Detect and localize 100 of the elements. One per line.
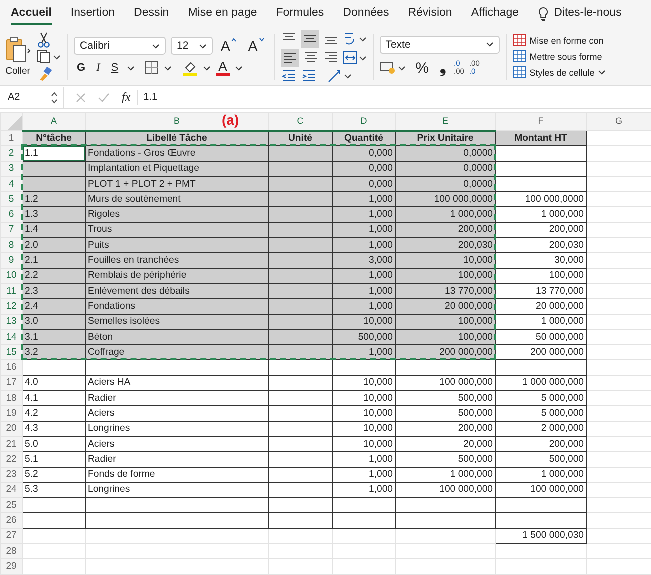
table-cell: 4.3 <box>22 421 86 436</box>
tell-me-field[interactable]: Dites-le-nous <box>554 3 622 25</box>
name-box[interactable]: A2 <box>0 87 64 108</box>
align-right-icon[interactable] <box>322 50 339 66</box>
text-direction-icon[interactable] <box>342 30 367 46</box>
ribbon-tab[interactable]: Données <box>343 3 390 25</box>
table-cell: 100 000,0000 <box>396 192 496 207</box>
row-number[interactable]: 7 <box>0 222 22 238</box>
underline-button[interactable]: S <box>108 62 122 74</box>
table-cell: 1,000 <box>332 206 396 222</box>
chevron-icon[interactable] <box>164 66 172 70</box>
row-number[interactable]: 24 <box>0 482 22 498</box>
italic-button[interactable]: I <box>94 62 104 74</box>
row-number[interactable]: 10 <box>0 268 22 284</box>
table-cell: 10,000 <box>332 375 396 391</box>
table-cell: 10,000 <box>332 406 396 422</box>
ribbon-tab[interactable]: Dessin <box>134 3 170 25</box>
column-header[interactable]: A <box>22 112 86 130</box>
row-number[interactable]: 22 <box>0 452 22 468</box>
row-number[interactable]: 5 <box>0 192 22 207</box>
row-number[interactable]: 29 <box>0 558 22 574</box>
row-number[interactable]: 12 <box>0 298 22 314</box>
accounting-format-icon[interactable] <box>380 60 408 76</box>
column-header[interactable]: E <box>396 112 496 130</box>
row-number[interactable]: 1 <box>0 130 22 146</box>
row-number[interactable]: 3 <box>0 161 22 176</box>
chevron-icon <box>486 42 494 47</box>
merge-cells-icon[interactable] <box>342 50 367 66</box>
styles-menu-item[interactable]: Styles de cellule <box>530 68 595 78</box>
table-cell: 2.4 <box>22 298 86 314</box>
row-number[interactable]: 2 <box>0 146 22 162</box>
chevron-icon[interactable] <box>202 66 211 70</box>
row-number[interactable]: 11 <box>0 283 22 299</box>
ribbon-tab[interactable]: Affichage <box>471 3 520 25</box>
insert-function-button[interactable]: fx <box>122 90 138 105</box>
check-icon[interactable] <box>98 92 110 102</box>
ribbon-tab[interactable]: Accueil <box>11 3 52 25</box>
row-number[interactable]: 18 <box>0 390 22 406</box>
align-middle-icon[interactable] <box>300 30 319 48</box>
styles-menu-item[interactable]: Mettre sous forme <box>530 52 602 62</box>
table-cell: 0,0000 <box>396 176 496 192</box>
row-number[interactable]: 4 <box>0 176 22 192</box>
chevron-icon[interactable] <box>598 70 606 75</box>
ribbon-tab[interactable]: Révision <box>408 3 452 25</box>
row-number[interactable]: 23 <box>0 467 22 482</box>
align-left-icon[interactable] <box>280 48 299 66</box>
styles-menu-item[interactable]: Mise en forme con <box>530 36 604 46</box>
format-painter-icon[interactable] <box>37 66 53 82</box>
paste-button[interactable]: Coller <box>5 36 31 77</box>
copy-icon[interactable] <box>37 50 61 64</box>
bold-button[interactable]: G <box>74 62 89 74</box>
row-number[interactable]: 13 <box>0 314 22 330</box>
table-cell: 20,000 <box>396 436 496 452</box>
borders-icon[interactable] <box>144 61 159 75</box>
conditional-format-icon <box>512 34 527 47</box>
row-number[interactable]: 9 <box>0 252 22 268</box>
column-header[interactable]: C <box>268 112 332 130</box>
table-cell: Puits <box>86 238 268 253</box>
table-cell: 100,000 <box>396 268 496 284</box>
fill-color-icon[interactable] <box>182 60 198 76</box>
column-header[interactable]: D <box>332 112 396 130</box>
row-number[interactable]: 27 <box>0 528 22 544</box>
table-cell: Murs de soutènement <box>86 192 268 207</box>
shrink-font-button[interactable]: A <box>245 38 268 54</box>
scissors-icon[interactable] <box>37 32 51 48</box>
table-cell: 1 000,000 <box>396 206 496 222</box>
font-size-dropdown[interactable]: 12 <box>171 37 213 55</box>
table-cell: 200,000 <box>496 222 586 238</box>
percent-button[interactable]: % <box>412 60 432 76</box>
row-number[interactable]: 28 <box>0 544 22 559</box>
chevron-icon[interactable] <box>235 66 244 70</box>
row-number[interactable]: 25 <box>0 498 22 513</box>
row-number[interactable]: 17 <box>0 375 22 391</box>
font-name-dropdown[interactable]: Calibri <box>74 37 166 55</box>
table-cell: 1 000,000 <box>496 206 586 222</box>
row-number[interactable]: 8 <box>0 238 22 253</box>
comma-style-button[interactable]: ❟ <box>437 58 450 78</box>
font-color-button[interactable]: A <box>216 60 230 76</box>
ribbon-tab[interactable]: Insertion <box>70 3 116 25</box>
row-number[interactable]: 26 <box>0 512 22 528</box>
row-number[interactable]: 15 <box>0 344 22 360</box>
ribbon-tab[interactable]: Formules <box>276 3 324 25</box>
increase-indent-icon[interactable] <box>300 68 317 84</box>
row-number[interactable]: 14 <box>0 329 22 345</box>
chevron-icon[interactable] <box>126 66 135 70</box>
row-number[interactable]: 21 <box>0 436 22 452</box>
row-number[interactable]: 16 <box>0 360 22 376</box>
decrease-indent-icon[interactable] <box>280 68 297 84</box>
ribbon-tab[interactable]: Mise en page <box>188 3 258 25</box>
formula-input[interactable]: 1.1 <box>144 92 158 103</box>
row-number[interactable]: 6 <box>0 206 22 222</box>
table-cell: 500,000 <box>396 406 496 422</box>
column-header[interactable]: G <box>586 112 651 130</box>
row-number[interactable]: 20 <box>0 421 22 436</box>
table-cell: 200 000,000 <box>496 344 586 360</box>
grow-font-button[interactable]: A <box>218 38 240 54</box>
column-header[interactable]: F <box>496 112 586 130</box>
row-number[interactable]: 19 <box>0 406 22 422</box>
align-center-icon[interactable] <box>302 50 319 66</box>
number-format-dropdown[interactable]: Texte <box>380 36 500 54</box>
